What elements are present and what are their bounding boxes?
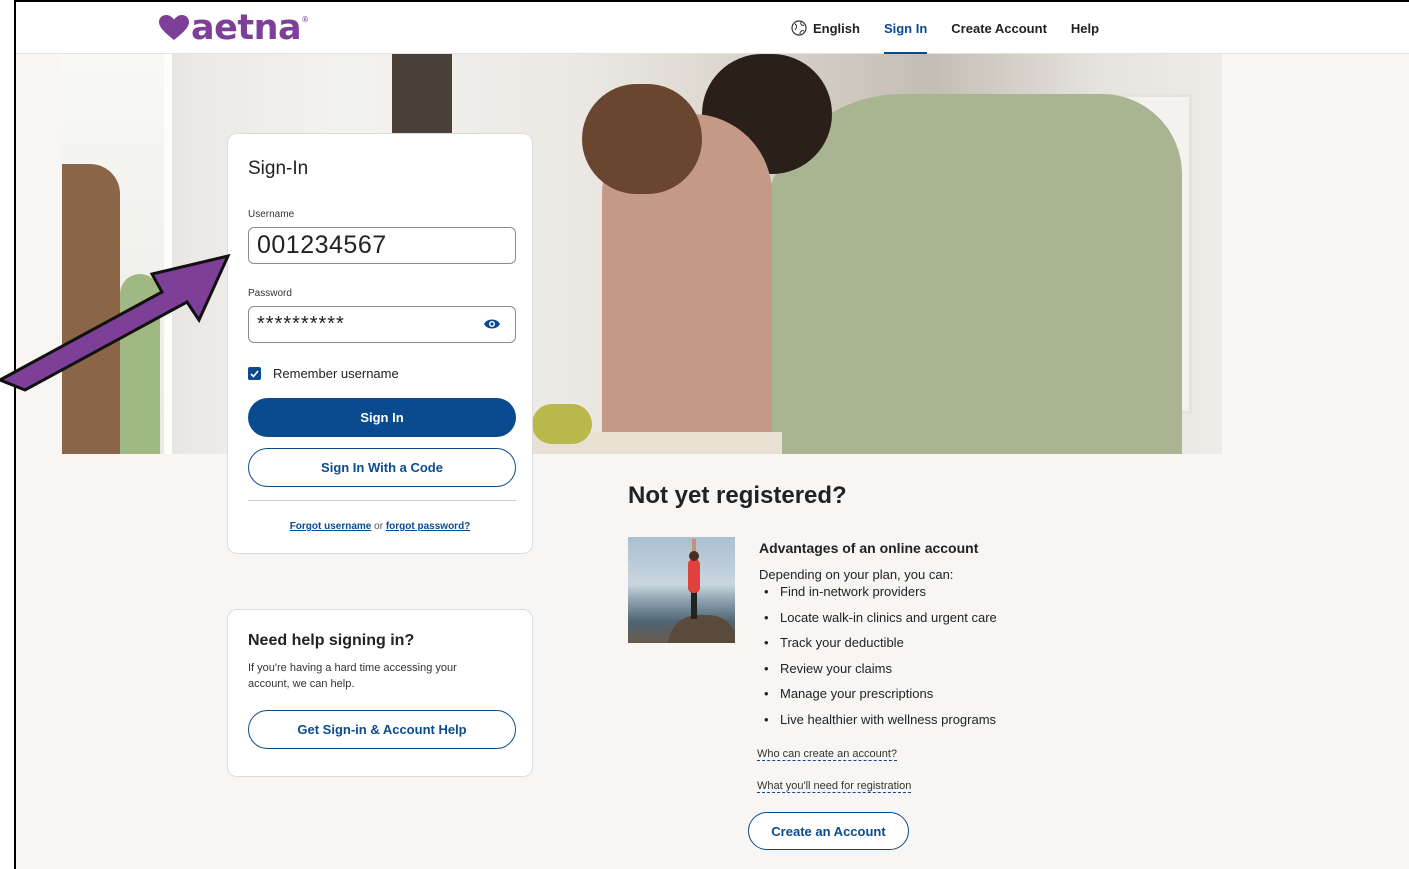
account-help-button[interactable]: Get Sign-in & Account Help [248, 710, 516, 749]
password-value: ********** [257, 313, 345, 335]
advantages-title: Advantages of an online account [759, 540, 979, 556]
username-value: 001234567 [257, 231, 387, 259]
nav-create-account[interactable]: Create Account [951, 2, 1047, 54]
registration-title: Not yet registered? [628, 482, 847, 509]
trademark: ® [301, 14, 309, 24]
list-item: Track your deductible [764, 635, 997, 650]
list-item: Review your claims [764, 661, 997, 676]
registration-needs-link[interactable]: What you'll need for registration [757, 780, 912, 793]
language-selector[interactable]: English [791, 2, 860, 54]
remember-checkbox[interactable] [248, 367, 261, 380]
sign-in-title: Sign-In [248, 158, 309, 179]
show-password-eye-icon[interactable] [483, 317, 501, 331]
remember-username[interactable]: Remember username [248, 366, 399, 381]
forgot-links: Forgot username or forgot password? [228, 521, 532, 532]
globe-icon [791, 20, 807, 36]
yoga-photo [628, 537, 735, 643]
heart-icon [159, 15, 189, 40]
list-item: Locate walk-in clinics and urgent care [764, 610, 997, 625]
remember-label: Remember username [273, 366, 399, 381]
username-label: Username [248, 209, 295, 220]
header: aetna ® English Sign In Create Account H… [16, 2, 1409, 54]
list-item: Find in-network providers [764, 584, 997, 599]
list-item: Live healthier with wellness programs [764, 712, 997, 727]
sign-in-card: Sign-In Username 001234567 Password ****… [227, 133, 533, 554]
forgot-password-link[interactable]: forgot password? [386, 521, 470, 532]
aetna-logo[interactable]: aetna ® [159, 8, 309, 48]
language-label: English [813, 20, 860, 36]
divider [248, 500, 516, 501]
annotation-arrow-icon [0, 253, 231, 392]
nav-sign-in[interactable]: Sign In [883, 2, 928, 54]
logo-text: aetna [191, 8, 302, 48]
browser-frame: aetna ® English Sign In Create Account H… [14, 0, 1409, 869]
create-account-button[interactable]: Create an Account [748, 812, 909, 850]
who-can-create-link[interactable]: Who can create an account? [757, 748, 898, 761]
forgot-or: or [374, 521, 384, 532]
help-text: If you're having a hard time accessing y… [248, 662, 457, 690]
help-card: Need help signing in? If you're having a… [227, 609, 533, 777]
nav-help[interactable]: Help [1071, 2, 1099, 54]
password-field[interactable]: ********** [248, 306, 516, 343]
forgot-username-link[interactable]: Forgot username [290, 521, 372, 532]
username-field[interactable]: 001234567 [248, 227, 516, 264]
sign-in-with-code-button[interactable]: Sign In With a Code [248, 448, 516, 487]
help-title: Need help signing in? [248, 632, 415, 649]
password-label: Password [248, 288, 292, 299]
advantages-intro: Depending on your plan, you can: [759, 567, 954, 582]
advantages-list: Find in-network providers Locate walk-in… [764, 584, 997, 727]
top-nav: English Sign In Create Account Help [791, 2, 1123, 54]
checkmark-icon [250, 369, 259, 378]
sign-in-button[interactable]: Sign In [248, 398, 516, 437]
list-item: Manage your prescriptions [764, 686, 997, 701]
